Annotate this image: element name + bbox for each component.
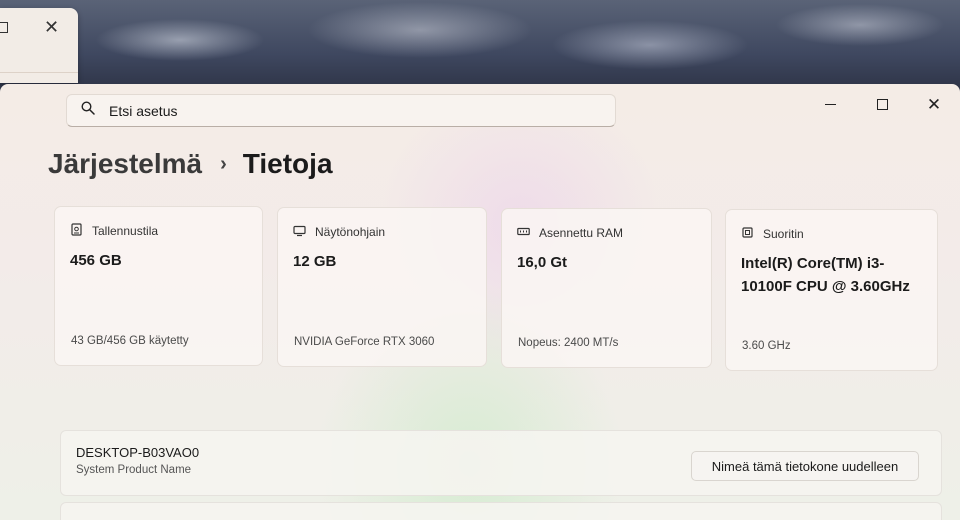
maximize-button[interactable]	[856, 92, 908, 116]
search-input[interactable]	[109, 102, 589, 119]
page-title: Tietoja	[242, 148, 333, 179]
spec-card-storage: Tallennustila 456 GB 43 GB/456 GB käytet…	[54, 206, 263, 366]
breadcrumb-parent-link[interactable]: Järjestelmä	[48, 148, 202, 180]
drive-icon	[70, 223, 92, 239]
device-specs-row[interactable]	[60, 502, 942, 520]
spec-card-cpu: Suoritin Intel(R) Core(TM) i3-10100F CPU…	[725, 209, 938, 371]
settings-window: ✕ Järjestelmä › Tietoja Tallennustila 45…	[0, 84, 960, 520]
spec-value: 12 GB	[293, 253, 337, 270]
device-name: DESKTOP-B03VAO0	[76, 445, 200, 460]
breadcrumb: Järjestelmä › Tietoja	[48, 148, 333, 180]
spec-value: 16,0 Gt	[517, 254, 568, 271]
device-name-row: DESKTOP-B03VAO0 System Product Name Nime…	[60, 430, 942, 496]
search-icon	[81, 101, 95, 120]
minimize-button[interactable]	[804, 92, 856, 116]
device-product-name: System Product Name	[76, 464, 192, 476]
window-controls: ✕	[804, 92, 960, 116]
monitor-icon	[293, 224, 315, 240]
spec-card-ram: Asennettu RAM 16,0 Gt Nopeus: 2400 MT/s	[501, 208, 712, 368]
spec-detail: NVIDIA GeForce RTX 3060	[294, 336, 435, 348]
spec-value: Intel(R) Core(TM) i3-10100F CPU @ 3.60GH…	[741, 255, 910, 295]
spec-value: 456 GB	[70, 252, 122, 269]
spec-label: Asennettu RAM	[539, 226, 624, 240]
memory-icon	[517, 225, 539, 241]
rename-pc-button[interactable]: Nimeä tämä tietokone uudelleen	[691, 451, 919, 481]
spec-detail: 3.60 GHz	[742, 340, 791, 352]
spec-label: Suoritin	[763, 227, 804, 241]
desktop-wallpaper	[0, 0, 960, 90]
spec-detail: Nopeus: 2400 MT/s	[518, 337, 619, 349]
spec-card-gpu: Näytönohjain 12 GB NVIDIA GeForce RTX 30…	[277, 207, 487, 367]
search-box[interactable]	[66, 94, 616, 127]
maximize-icon	[876, 98, 888, 110]
close-button[interactable]: ✕	[908, 92, 960, 116]
background-window-close-icon[interactable]: ✕	[44, 17, 59, 38]
background-window[interactable]: ✕	[0, 8, 78, 83]
breadcrumb-separator: ›	[220, 152, 227, 175]
spec-label: Tallennustila	[92, 224, 159, 238]
spec-detail: 43 GB/456 GB käytetty	[71, 335, 189, 347]
spec-label: Näytönohjain	[315, 225, 386, 239]
background-window-maximize-icon[interactable]	[0, 22, 8, 33]
close-icon: ✕	[926, 94, 942, 114]
background-window-divider	[0, 72, 78, 73]
minimize-icon	[824, 103, 836, 105]
processor-icon	[741, 226, 763, 242]
